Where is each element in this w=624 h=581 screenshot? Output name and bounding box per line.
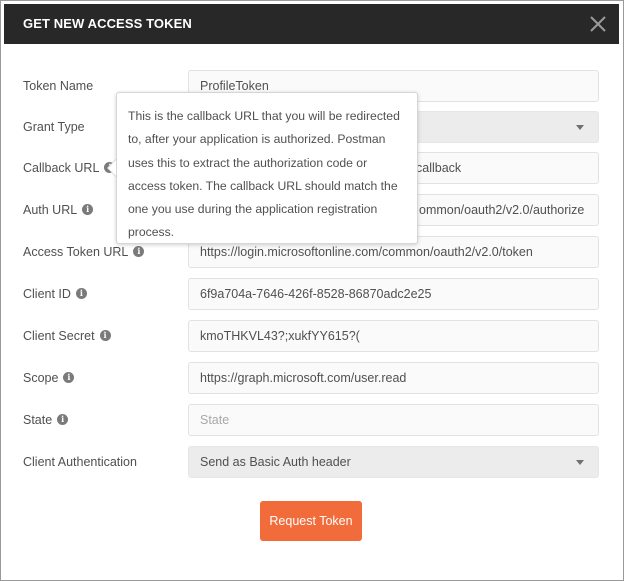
auth-url-label: Auth URL i (23, 194, 94, 226)
callback-url-label: Callback URL i (23, 152, 116, 184)
info-icon[interactable]: i (75, 288, 87, 300)
scope-label: Scope i (23, 362, 75, 394)
info-icon[interactable]: i (57, 414, 69, 426)
info-icon[interactable]: i (63, 372, 75, 384)
close-button[interactable] (587, 13, 609, 35)
client-secret-input[interactable] (188, 320, 599, 352)
client-id-input[interactable] (188, 278, 599, 310)
callback-url-value: callback (416, 161, 462, 175)
client-secret-row: Client Secret i (1, 320, 624, 352)
scope-row: Scope i (1, 362, 624, 394)
client-authentication-value: Send as Basic Auth header (200, 455, 351, 469)
state-row: State i (1, 404, 624, 436)
tooltip-arrow (108, 160, 116, 176)
client-authentication-row: Client Authentication Send as Basic Auth… (1, 446, 624, 478)
client-authentication-label: Client Authentication (23, 455, 137, 469)
get-new-access-token-dialog: GET NEW ACCESS TOKEN Token Name Grant Ty… (0, 0, 624, 581)
state-input[interactable] (188, 404, 599, 436)
info-icon[interactable]: i (133, 246, 145, 258)
dialog-header: GET NEW ACCESS TOKEN (4, 4, 619, 44)
chevron-down-icon (576, 125, 584, 130)
callback-url-tooltip: This is the callback URL that you will b… (116, 92, 418, 244)
token-name-label: Token Name (23, 79, 94, 93)
info-icon[interactable]: i (82, 204, 94, 216)
client-authentication-select[interactable]: Send as Basic Auth header (188, 446, 599, 478)
client-id-label: Client ID i (23, 278, 87, 310)
chevron-down-icon (576, 460, 584, 465)
tooltip-text: This is the callback URL that you will b… (128, 109, 400, 240)
state-label: State i (23, 404, 69, 436)
auth-url-value: ommon/oauth2/v2.0/authorize (419, 203, 585, 217)
dialog-title: GET NEW ACCESS TOKEN (23, 16, 192, 31)
request-token-button[interactable]: Request Token (260, 501, 362, 541)
info-icon[interactable]: i (99, 330, 111, 342)
scope-input[interactable] (188, 362, 599, 394)
close-icon (590, 16, 606, 32)
client-id-row: Client ID i (1, 278, 624, 310)
client-secret-label: Client Secret i (23, 320, 111, 352)
grant-type-label: Grant Type (23, 120, 85, 134)
